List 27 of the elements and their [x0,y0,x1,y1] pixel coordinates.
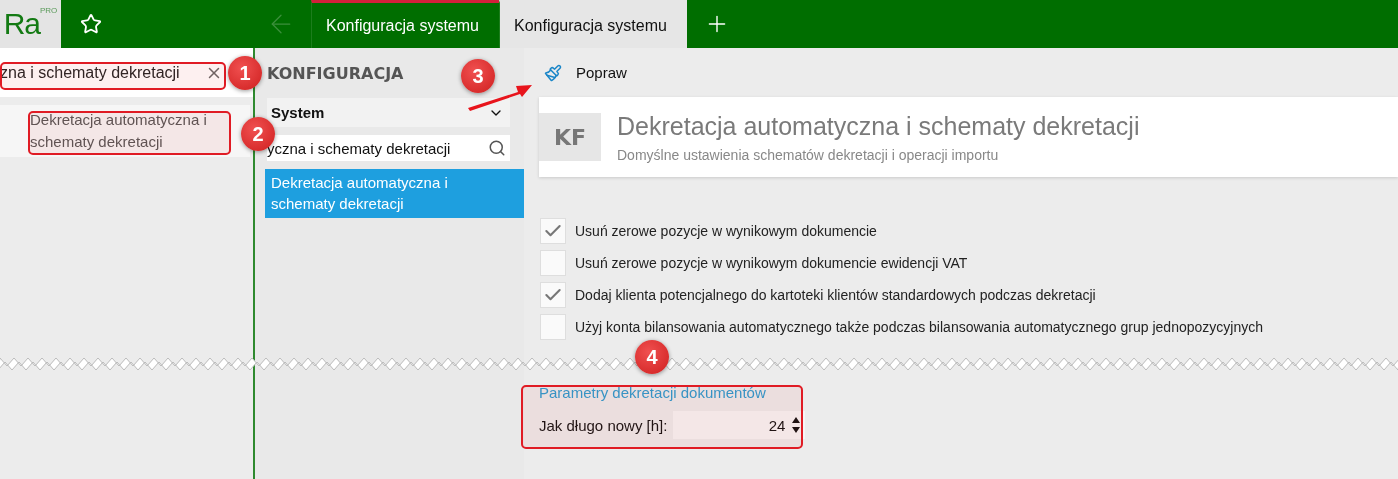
tab[interactable]: Konfiguracja systemu [311,0,499,48]
search-result[interactable]: Dekretacja automatyczna i schematy dekretacji [0,105,250,157]
edit-button[interactable]: Popraw [544,63,627,82]
checkbox-label: Dodaj klienta potencjalnego do kartoteki klientów standardowych podczas dekretacji [575,286,1096,303]
brush-icon [544,63,562,82]
module-badge: KF [539,113,601,161]
group-title: Parametry dekretacji dokumentów [539,384,767,401]
page-subtitle: Domyślne ustawienia schematów dekretacji i operacji importu [617,146,1000,163]
checkbox[interactable] [540,281,566,308]
checkbox-label: Usuń zerowe pozycje w wynikowym dokumencie ewidencji VAT [575,254,968,271]
checkbox[interactable] [540,217,566,244]
checkbox-label: Użyj konta bilansowania automatycznego także podczas bilansowania automatycznego grup jednopozycyjnych [575,318,1263,335]
panel-title: KONFIGURACJA [267,64,404,84]
tab[interactable]: Konfiguracja systemu [498,0,687,48]
category-dropdown[interactable]: System [267,98,510,127]
logo-superscript-label: PRO [40,6,58,15]
callout-badge: 4 [635,340,669,374]
checkbox[interactable] [540,313,566,340]
spin-arrows-icon[interactable] [791,415,802,435]
number-field[interactable]: 24 [673,411,806,439]
page-title: Dekretacja automatyczna i schematy dekretacji [617,111,1140,141]
logo-text: Ra [3,9,40,39]
field-label: Jak długo nowy [h]: [539,416,668,434]
checkbox-label: Usuń zerowe pozycje w wynikowym dokumencie [575,222,877,239]
star-icon[interactable] [80,13,102,35]
search-icon [488,139,506,157]
checkbox[interactable] [540,249,566,276]
